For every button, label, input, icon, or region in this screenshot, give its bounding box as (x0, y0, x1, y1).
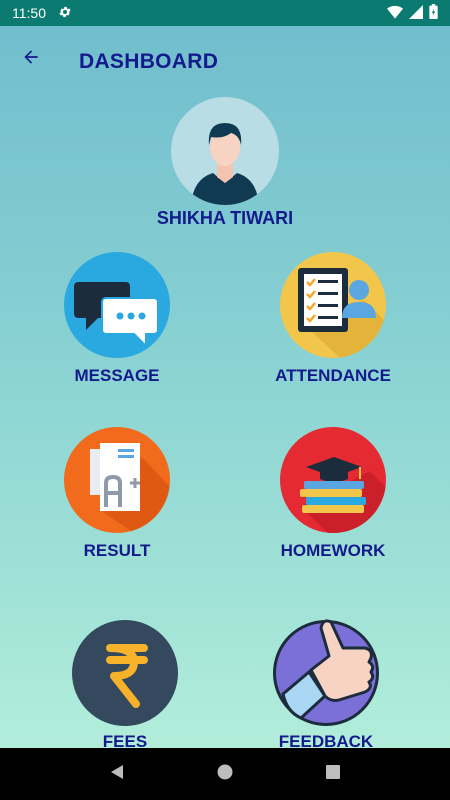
homework-tile[interactable]: HOMEWORK (233, 427, 433, 577)
nav-recents-button[interactable] (324, 763, 342, 786)
attendance-tile[interactable]: ATTENDANCE (233, 252, 433, 402)
homework-label: HOMEWORK (280, 541, 386, 560)
thumbs-up-icon (273, 619, 379, 726)
signal-icon (409, 4, 423, 22)
message-label: MESSAGE (74, 366, 160, 385)
status-bar: 11:50 (0, 0, 450, 26)
back-button[interactable] (16, 44, 46, 74)
system-nav-bar (0, 748, 450, 800)
settings-icon (58, 5, 72, 22)
battery-icon (429, 4, 438, 22)
nav-back-button[interactable] (108, 763, 126, 786)
result-label: RESULT (83, 541, 151, 560)
chat-bubbles-icon (64, 252, 170, 358)
avatar[interactable] (171, 97, 279, 205)
arrow-back-icon (21, 47, 41, 72)
user-avatar-icon (191, 123, 259, 205)
page-title: DASHBOARD (79, 50, 219, 73)
rupee-icon (72, 620, 178, 726)
message-tile[interactable]: MESSAGE (17, 252, 217, 402)
user-name: SHIKHA TIWARI (156, 208, 294, 228)
attendance-checklist-icon (280, 252, 386, 358)
graduation-books-icon (280, 427, 386, 533)
square-recents-icon (326, 764, 340, 779)
app-bar: DASHBOARD (0, 38, 450, 84)
triangle-back-icon (111, 764, 123, 779)
result-tile[interactable]: RESULT (17, 427, 217, 577)
wifi-icon (387, 5, 403, 22)
nav-home-button[interactable] (216, 763, 234, 786)
result-report-icon (64, 427, 170, 533)
circle-home-icon (217, 764, 233, 779)
dashboard-screen: 11:50 DASHBOARD SHIKHA TIWARI MESSAGE AT… (0, 0, 450, 800)
attendance-label: ATTENDANCE (275, 366, 391, 385)
status-time: 11:50 (12, 5, 46, 21)
